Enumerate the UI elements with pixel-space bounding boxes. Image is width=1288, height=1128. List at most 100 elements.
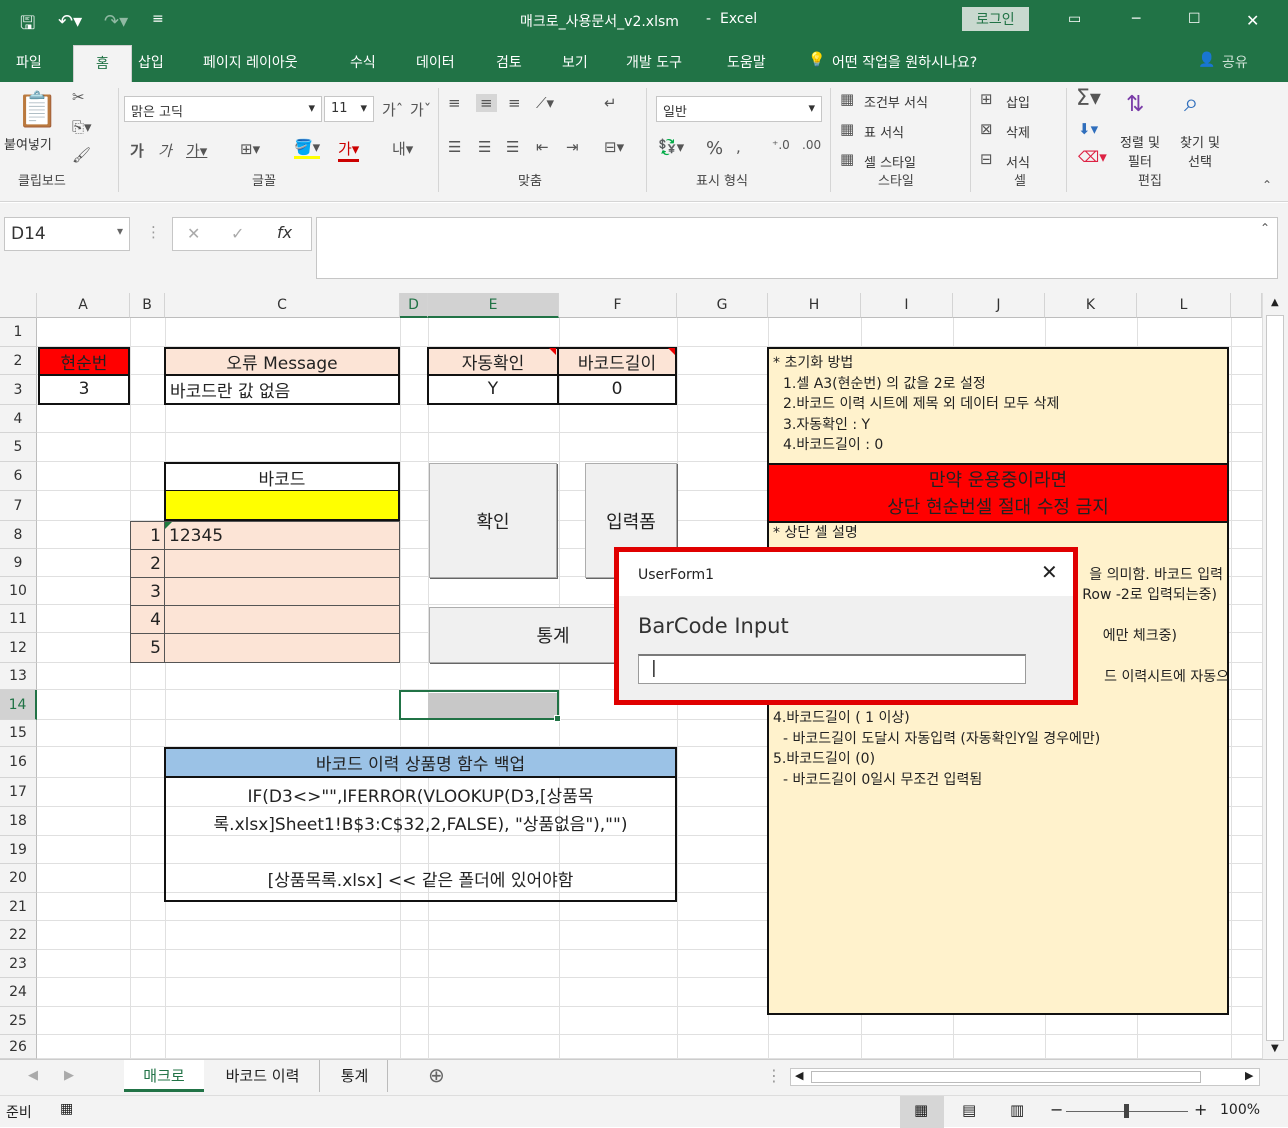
copy-icon[interactable]: ⎘▾: [72, 118, 92, 136]
barcode-input-field[interactable]: |: [638, 654, 1026, 684]
row-header[interactable]: 17: [0, 778, 37, 807]
comma-icon[interactable]: ,: [736, 138, 741, 156]
cell-c11[interactable]: [164, 605, 400, 634]
expand-formula-icon[interactable]: ⌃: [1260, 221, 1270, 235]
zoom-in-icon[interactable]: +: [1194, 1100, 1207, 1119]
cell-a2[interactable]: 현순번: [38, 347, 130, 376]
minimize-icon[interactable]: ─: [1132, 11, 1140, 27]
merge-icon[interactable]: ⊟▾: [604, 138, 624, 156]
row-header[interactable]: 12: [0, 633, 37, 663]
column-header-c[interactable]: C: [165, 293, 400, 318]
orientation-icon[interactable]: ⟋▾: [536, 94, 554, 112]
row-header[interactable]: 1: [0, 318, 37, 347]
row-header[interactable]: 20: [0, 864, 37, 893]
backup-body[interactable]: IF(D3<>"",IFERROR(VLOOKUP(D3,[상품목 록.xlsx…: [164, 776, 677, 902]
format-painter-icon[interactable]: 🖌: [72, 146, 91, 164]
select-all-corner[interactable]: [0, 293, 37, 318]
scroll-left-icon[interactable]: ◀: [795, 1069, 803, 1082]
fill-icon[interactable]: ⬇▾: [1078, 120, 1098, 138]
redo-icon[interactable]: ↷▾: [104, 11, 128, 32]
add-sheet-icon[interactable]: ⊕: [428, 1063, 445, 1087]
increase-decimal-icon[interactable]: ⁺.0: [772, 138, 790, 152]
scroll-right-icon[interactable]: ▶: [1245, 1069, 1253, 1082]
selected-range[interactable]: [399, 690, 559, 720]
sort-filter-button[interactable]: 정렬 및 필터: [1120, 134, 1160, 172]
cell-e14[interactable]: [428, 693, 557, 718]
align-right-icon[interactable]: ☰: [506, 138, 519, 156]
wrap-text-icon[interactable]: ↵: [604, 94, 617, 112]
bold-icon[interactable]: 가: [130, 140, 144, 161]
grow-font-icon[interactable]: 가ˆ: [382, 99, 403, 120]
clear-icon[interactable]: ⌫▾: [1078, 148, 1107, 166]
tab-review[interactable]: 검토: [496, 52, 522, 72]
sheet-tab-stats[interactable]: 통계: [322, 1060, 388, 1092]
tell-me-box[interactable]: 어떤 작업을 원하시나요?: [832, 52, 977, 72]
font-size-select[interactable]: 11 ▾: [324, 96, 374, 122]
font-name-select[interactable]: 맑은 고딕 ▾: [124, 96, 322, 122]
row-header[interactable]: 5: [0, 433, 37, 462]
userform-close-icon[interactable]: ✕: [1041, 560, 1058, 584]
collapse-ribbon-icon[interactable]: ⌃: [1262, 178, 1272, 192]
row-header[interactable]: 10: [0, 577, 37, 605]
format-cells-button[interactable]: 서식: [1006, 152, 1030, 171]
cell-e3[interactable]: Y: [427, 375, 559, 405]
percent-button[interactable]: %: [706, 138, 723, 159]
zoom-level[interactable]: 100%: [1220, 1102, 1260, 1118]
backup-title[interactable]: 바코드 이력 상품명 함수 백업: [164, 747, 677, 778]
macro-record-icon[interactable]: ▦: [60, 1101, 73, 1117]
scroll-thumb[interactable]: [1266, 315, 1284, 1041]
normal-view-button[interactable]: ▦: [900, 1096, 944, 1128]
decrease-decimal-icon[interactable]: .00: [802, 138, 821, 152]
align-center-icon[interactable]: ☰: [478, 138, 491, 156]
cell-e2[interactable]: 자동확인: [427, 347, 559, 376]
function-icon[interactable]: fx: [277, 223, 292, 242]
cancel-icon[interactable]: ✕: [187, 224, 200, 243]
fill-handle[interactable]: [554, 715, 561, 722]
customize-qat-icon[interactable]: ≡: [152, 11, 164, 27]
align-left-icon[interactable]: ☰: [448, 138, 461, 156]
page-layout-icon[interactable]: ▤: [962, 1101, 976, 1119]
more-icon[interactable]: ⋮: [766, 1066, 782, 1085]
column-header-e[interactable]: E: [428, 293, 559, 318]
shrink-font-icon[interactable]: 가ˇ: [410, 99, 431, 120]
zoom-slider-thumb[interactable]: [1124, 1104, 1129, 1118]
next-sheet-icon[interactable]: ▶: [64, 1068, 74, 1083]
cell-c8[interactable]: 12345: [164, 521, 400, 550]
column-header-b[interactable]: B: [130, 293, 165, 318]
row-header[interactable]: 6: [0, 462, 37, 491]
phonetic-icon[interactable]: 내▾: [392, 138, 413, 159]
align-middle-icon[interactable]: ≡: [476, 94, 497, 112]
row-header[interactable]: 3: [0, 375, 37, 405]
tab-page-layout[interactable]: 페이지 레이아웃: [203, 52, 298, 72]
column-header-j[interactable]: J: [953, 293, 1045, 318]
increase-indent-icon[interactable]: ⇥: [566, 138, 579, 156]
column-header-h[interactable]: H: [768, 293, 861, 318]
currency-icon[interactable]: 💱▾: [658, 138, 684, 156]
cell-b11[interactable]: 4: [130, 605, 165, 634]
share-button[interactable]: 공유: [1222, 52, 1248, 72]
tab-data[interactable]: 데이터: [416, 52, 455, 72]
row-header[interactable]: 26: [0, 1035, 37, 1059]
row-header[interactable]: 13: [0, 663, 37, 690]
row-header[interactable]: 15: [0, 720, 37, 747]
row-header[interactable]: 25: [0, 1007, 37, 1035]
ribbon-display-icon[interactable]: ▭: [1068, 11, 1081, 27]
undo-icon[interactable]: ↶▾: [58, 11, 82, 32]
column-header-f[interactable]: F: [559, 293, 677, 318]
sheet-tab-macro[interactable]: 매크로: [124, 1060, 204, 1092]
tab-view[interactable]: 보기: [562, 52, 588, 72]
row-header[interactable]: 16: [0, 747, 37, 778]
tab-developer[interactable]: 개발 도구: [626, 52, 682, 72]
tab-formulas[interactable]: 수식: [350, 52, 376, 72]
row-header[interactable]: 23: [0, 950, 37, 978]
column-header-i[interactable]: I: [861, 293, 953, 318]
cell-a3[interactable]: 3: [38, 375, 130, 405]
underline-icon[interactable]: 가▾: [186, 140, 207, 161]
decrease-indent-icon[interactable]: ⇤: [536, 138, 549, 156]
cell-c2[interactable]: 오류 Message: [164, 347, 400, 376]
cell-style-button[interactable]: 셀 스타일: [864, 152, 916, 171]
number-format-select[interactable]: 일반 ▾: [656, 96, 822, 122]
fill-color-icon[interactable]: 🪣▾: [294, 138, 321, 159]
enter-icon[interactable]: ✓: [231, 224, 244, 243]
italic-icon[interactable]: 가: [158, 140, 172, 161]
